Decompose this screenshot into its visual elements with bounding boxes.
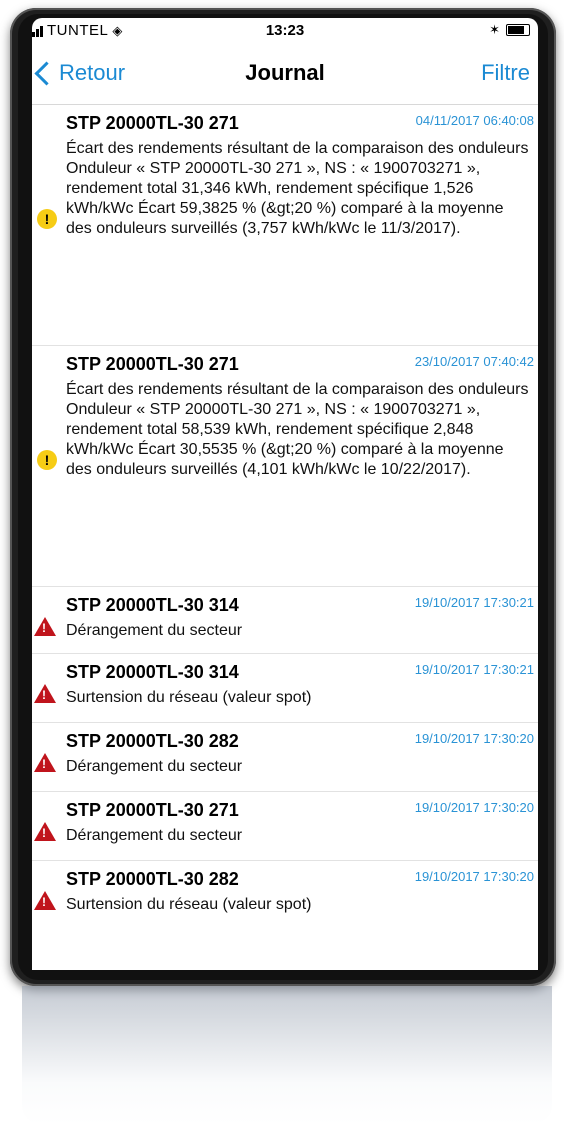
list-item[interactable]: STP 20000TL-30 314 19/10/2017 17:30:21 S…	[32, 654, 538, 723]
list-item[interactable]: STP 20000TL-30 271 04/11/2017 06:40:08 É…	[32, 105, 538, 346]
phone-reflection	[22, 986, 552, 1125]
alert-icon: !	[34, 891, 56, 910]
alert-icon: !	[34, 753, 56, 772]
entry-title: STP 20000TL-30 271	[66, 354, 239, 374]
page-title: Journal	[245, 60, 325, 85]
alert-icon: !	[34, 617, 56, 636]
entry-timestamp: 19/10/2017 17:30:20	[414, 800, 534, 815]
entry-timestamp: 19/10/2017 17:30:20	[414, 869, 534, 884]
list-item[interactable]: STP 20000TL-30 314 19/10/2017 17:30:21 D…	[32, 587, 538, 654]
entry-timestamp: 19/10/2017 17:30:21	[414, 595, 534, 610]
warning-icon: !	[37, 450, 57, 470]
entry-message: Écart des rendements résultant de la com…	[66, 381, 529, 478]
entry-title: STP 20000TL-30 271	[66, 800, 239, 820]
status-time: 13:23	[265, 22, 305, 39]
nav-bar: Retour Journal Filtre	[32, 44, 538, 105]
list-item[interactable]: STP 20000TL-30 271 23/10/2017 07:40:42 É…	[32, 346, 538, 587]
list-item[interactable]: STP 20000TL-30 282 19/10/2017 17:30:20 S…	[32, 861, 538, 929]
bluetooth-icon: ✶	[489, 22, 500, 37]
entry-message: Surtension du réseau (valeur spot)	[66, 896, 312, 913]
filter-button[interactable]: Filtre	[481, 60, 530, 86]
status-right: ✶	[489, 22, 530, 38]
entry-title: STP 20000TL-30 314	[66, 595, 239, 615]
entry-message: Surtension du réseau (valeur spot)	[66, 689, 312, 706]
warning-icon: !	[37, 209, 57, 229]
battery-icon	[506, 24, 530, 36]
entry-message: Écart des rendements résultant de la com…	[66, 140, 529, 237]
entry-timestamp: 19/10/2017 17:30:20	[414, 731, 534, 746]
journal-list: STP 20000TL-30 271 04/11/2017 06:40:08 É…	[32, 105, 538, 929]
list-item[interactable]: STP 20000TL-30 282 19/10/2017 17:30:20 D…	[32, 723, 538, 792]
entry-message: Dérangement du secteur	[66, 622, 243, 639]
entry-timestamp: 19/10/2017 17:30:21	[414, 662, 534, 677]
entry-title: STP 20000TL-30 282	[66, 869, 239, 889]
entry-timestamp: 23/10/2017 07:40:42	[414, 354, 534, 369]
list-item[interactable]: STP 20000TL-30 271 19/10/2017 17:30:20 D…	[32, 792, 538, 861]
alert-icon: !	[34, 684, 56, 703]
app-screen: TUNTEL ◈ 13:23 ✶ Retour Journal Filtre S…	[32, 18, 538, 970]
entry-timestamp: 04/11/2017 06:40:08	[415, 113, 534, 128]
entry-message: Dérangement du secteur	[66, 758, 243, 775]
entry-title: STP 20000TL-30 282	[66, 731, 239, 751]
entry-title: STP 20000TL-30 314	[66, 662, 239, 682]
entry-title: STP 20000TL-30 271	[66, 113, 239, 133]
alert-icon: !	[34, 822, 56, 841]
entry-message: Dérangement du secteur	[66, 827, 243, 844]
status-bar: TUNTEL ◈ 13:23 ✶	[32, 18, 538, 44]
